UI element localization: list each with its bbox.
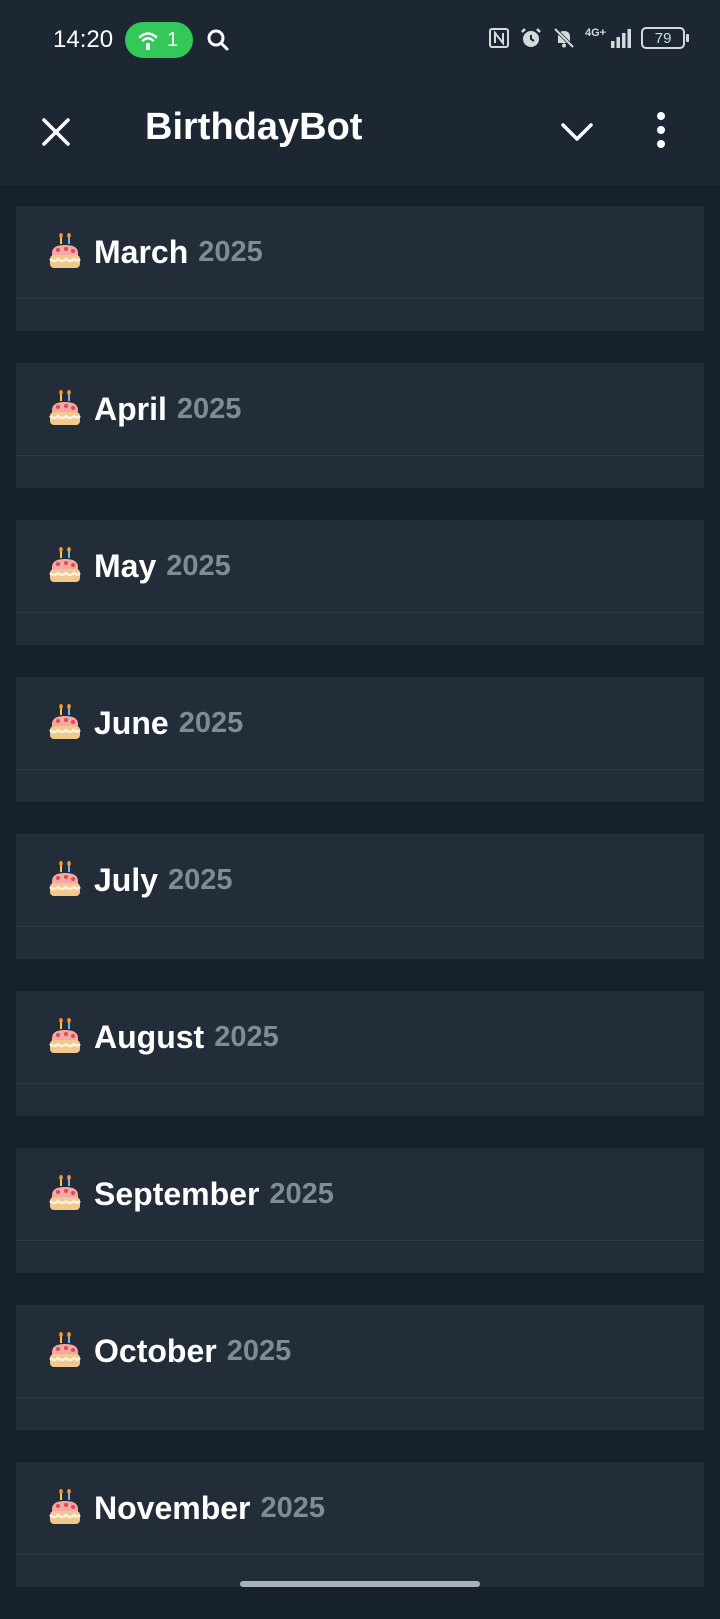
birthday-cake-icon bbox=[49, 1175, 81, 1210]
bell-off-icon bbox=[553, 27, 575, 49]
month-year: 2025 bbox=[269, 1177, 334, 1210]
search-icon bbox=[207, 29, 229, 51]
month-header[interactable]: May 2025 bbox=[16, 520, 704, 613]
hotspot-indicator[interactable]: 1 bbox=[125, 22, 193, 58]
month-name: September bbox=[94, 1175, 260, 1212]
status-icons: 4G+ 79 bbox=[488, 26, 690, 50]
month-card-march: March 2025 bbox=[16, 206, 704, 331]
month-card-november: November 2025 bbox=[16, 1462, 704, 1587]
nfc-icon bbox=[489, 28, 509, 48]
month-year: 2025 bbox=[214, 1020, 279, 1053]
network-type: 4G+ bbox=[585, 27, 607, 39]
birthday-cake-icon bbox=[49, 704, 81, 739]
month-year: 2025 bbox=[176, 392, 242, 425]
month-year: 2025 bbox=[166, 549, 231, 582]
birthday-cake-icon bbox=[49, 390, 81, 425]
month-name: October bbox=[94, 1332, 217, 1369]
month-header[interactable]: November 2025 bbox=[16, 1462, 704, 1555]
month-card-october: October 2025 bbox=[16, 1305, 704, 1430]
birthday-cake-icon bbox=[49, 233, 81, 268]
month-header[interactable]: October 2025 bbox=[16, 1305, 704, 1398]
month-name: July bbox=[94, 861, 159, 898]
chevron-down-icon[interactable] bbox=[557, 112, 597, 152]
month-header[interactable]: April 2025 bbox=[16, 363, 704, 456]
month-name: November bbox=[94, 1489, 251, 1526]
month-card-april: April 2025 bbox=[16, 363, 704, 488]
month-year: 2025 bbox=[168, 863, 233, 896]
battery-indicator: 79 bbox=[641, 27, 690, 49]
month-list: March 2025 April 2025 May 2025 June 2025… bbox=[16, 206, 704, 1619]
month-card-june: June 2025 bbox=[16, 677, 704, 802]
month-card-september: September 2025 bbox=[16, 1148, 704, 1273]
hotspot-count: 1 bbox=[167, 28, 179, 51]
more-options-icon[interactable] bbox=[652, 110, 670, 150]
month-header[interactable]: March 2025 bbox=[16, 206, 704, 299]
birthday-cake-icon bbox=[49, 1332, 81, 1367]
month-card-may: May 2025 bbox=[16, 520, 704, 645]
page-title: BirthdayBot bbox=[145, 106, 363, 148]
hotspot-icon bbox=[138, 32, 158, 50]
month-name: June bbox=[94, 704, 169, 741]
month-card-july: July 2025 bbox=[16, 834, 704, 959]
month-year: 2025 bbox=[198, 235, 263, 268]
month-header[interactable]: June 2025 bbox=[16, 677, 704, 770]
month-year: 2025 bbox=[260, 1491, 326, 1524]
month-header[interactable]: September 2025 bbox=[16, 1148, 704, 1241]
signal-indicator: 4G+ bbox=[585, 27, 632, 49]
month-card-august: August 2025 bbox=[16, 991, 704, 1116]
month-name: May bbox=[94, 547, 157, 584]
birthday-cake-icon bbox=[49, 1489, 81, 1524]
app-header: BirthdayBot bbox=[0, 82, 720, 185]
month-header[interactable]: July 2025 bbox=[16, 834, 704, 927]
signal-strength-icon bbox=[611, 29, 632, 48]
birthday-cake-icon bbox=[49, 861, 81, 896]
month-year: 2025 bbox=[226, 1334, 292, 1367]
month-name: April bbox=[94, 390, 167, 427]
battery-level: 79 bbox=[654, 29, 672, 47]
month-name: August bbox=[94, 1018, 205, 1055]
alarm-icon bbox=[521, 28, 541, 47]
month-year: 2025 bbox=[178, 706, 244, 739]
month-name: March bbox=[94, 233, 189, 270]
month-header[interactable]: August 2025 bbox=[16, 991, 704, 1084]
status-time: 14:20 bbox=[53, 26, 114, 53]
status-bar: 14:20 1 4G+ 79 bbox=[0, 0, 720, 82]
home-indicator[interactable] bbox=[240, 1581, 480, 1587]
birthday-cake-icon bbox=[49, 547, 81, 582]
close-icon[interactable] bbox=[38, 114, 74, 150]
birthday-cake-icon bbox=[49, 1018, 81, 1053]
